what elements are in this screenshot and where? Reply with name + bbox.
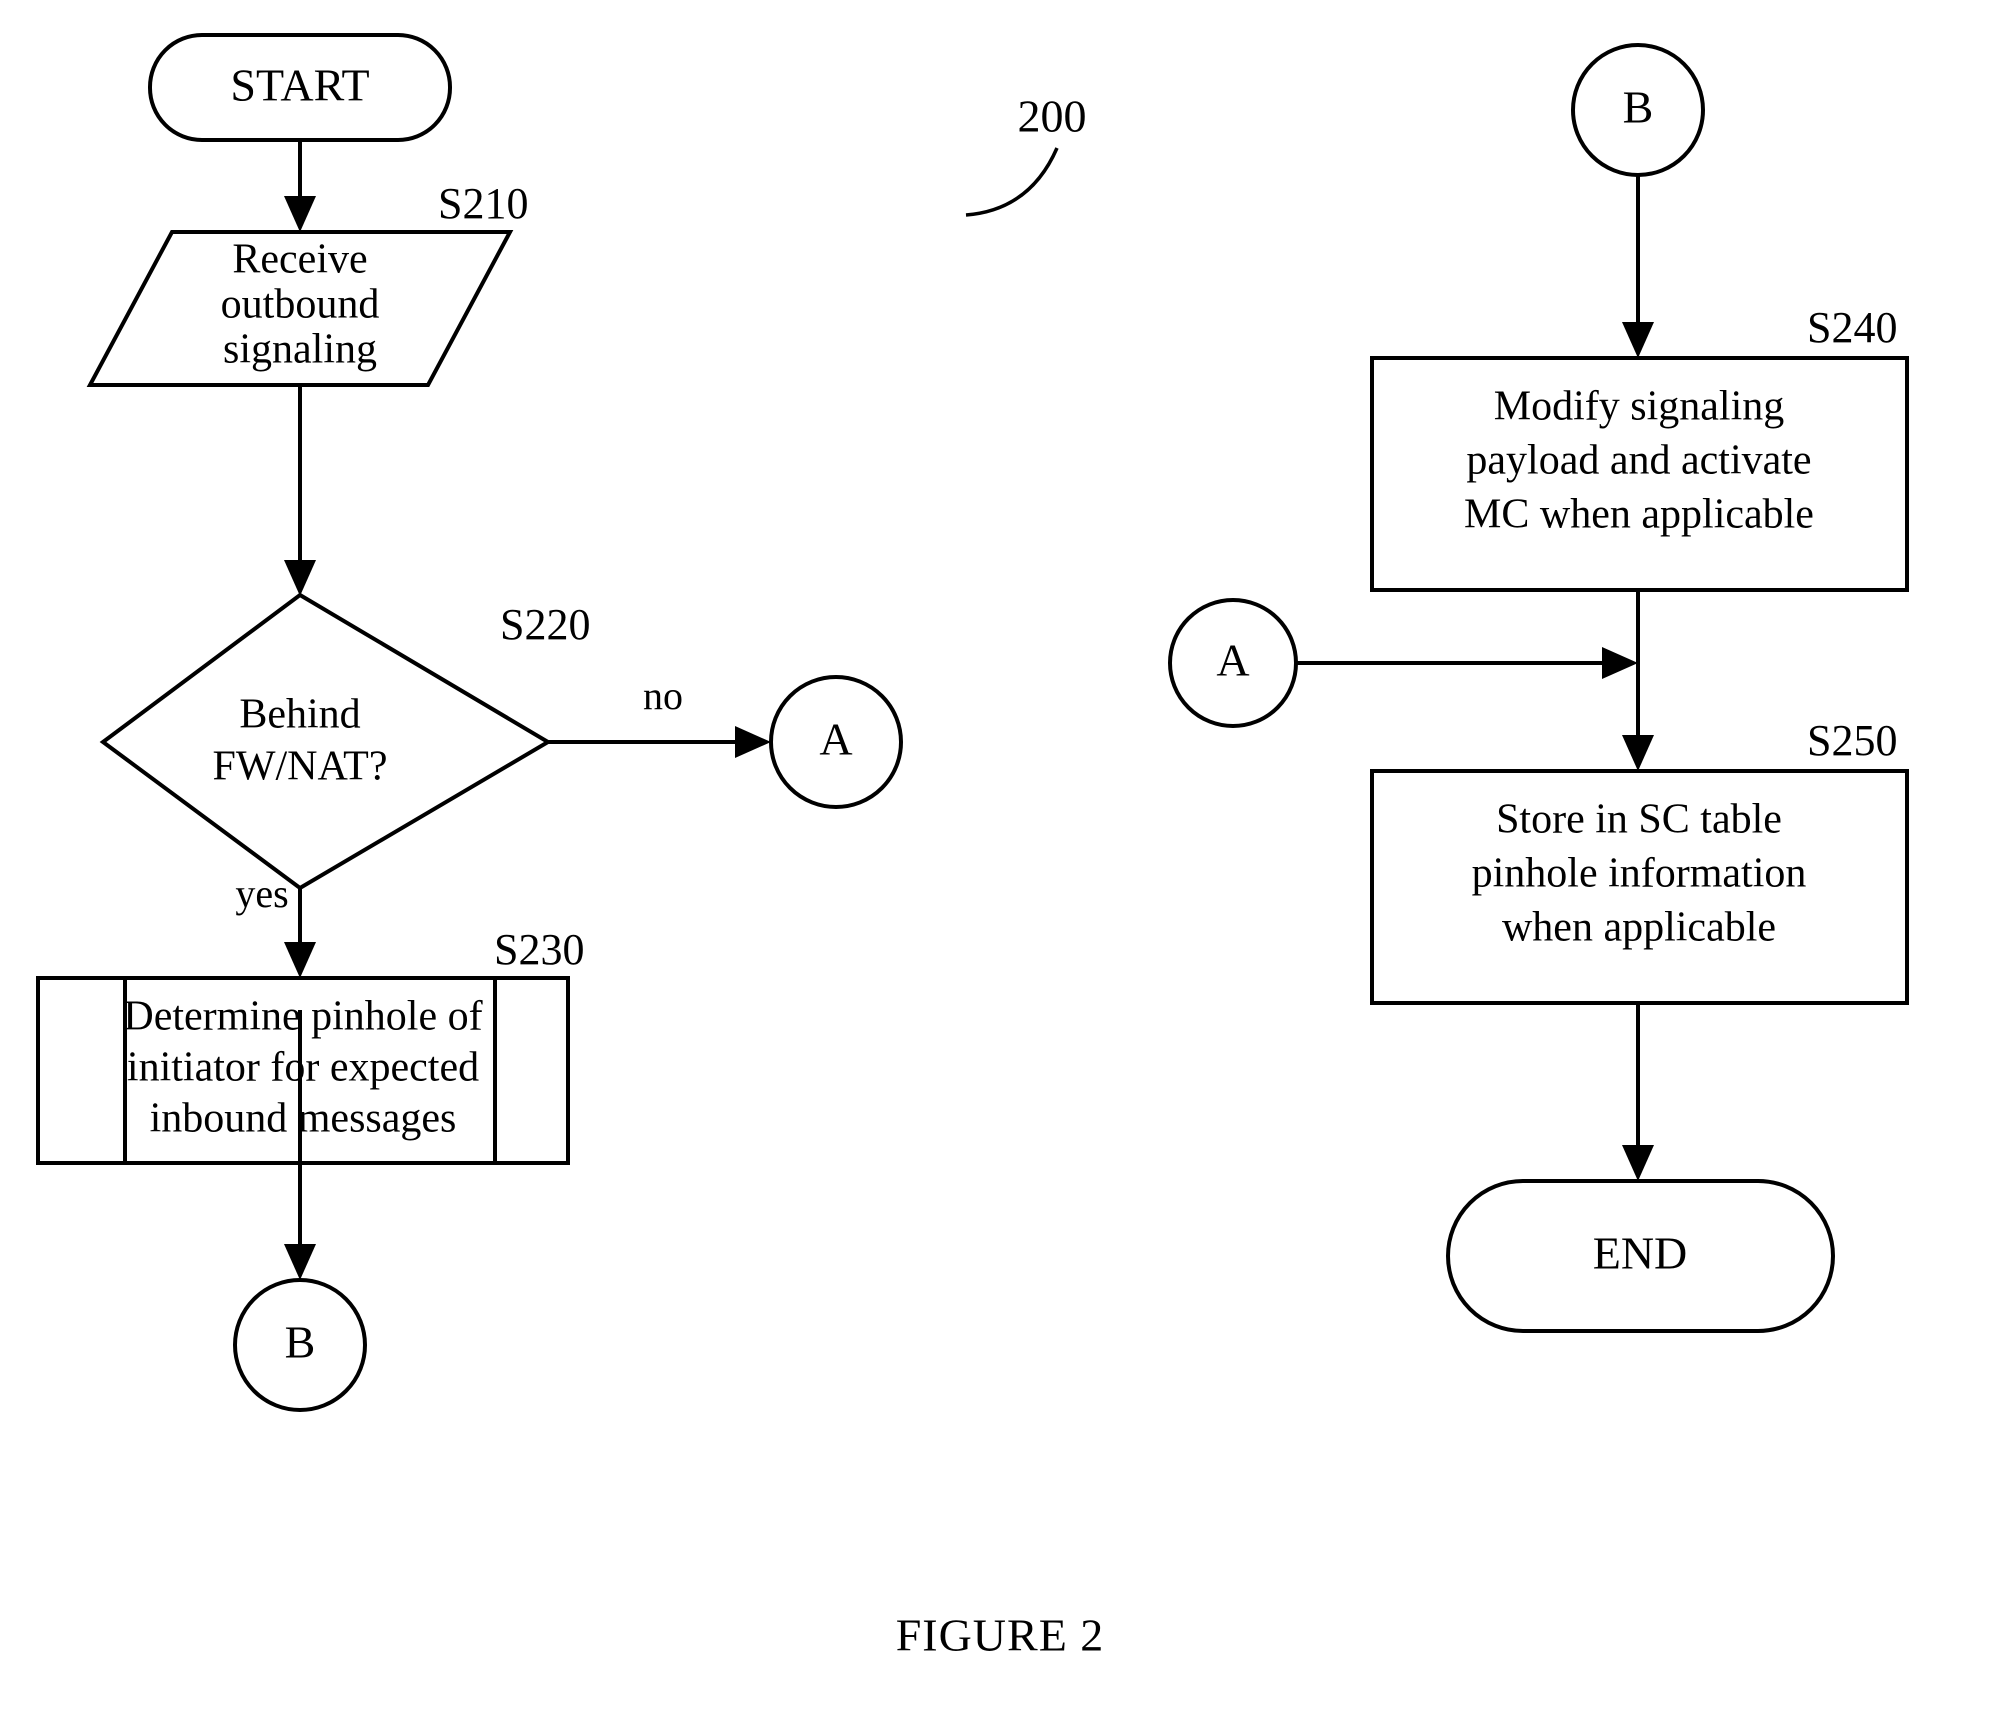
edge-s240-to-s250: [1622, 590, 1654, 771]
edge-label-yes: yes: [235, 871, 288, 916]
s240-line-2: payload and activate: [1466, 438, 1811, 484]
patent-figure-2: START Receive outbound signaling S210 Be…: [0, 0, 1997, 1723]
arrow-head-icon: [1622, 1145, 1654, 1181]
s250-line-1: Store in SC table: [1496, 797, 1782, 843]
arrow-head-icon: [284, 1244, 316, 1280]
end-label: END: [1593, 1228, 1688, 1279]
node-connector-a-out: A: [769, 675, 903, 809]
s210-line-2: outbound: [221, 282, 380, 328]
connector-b-in-label: B: [1623, 82, 1654, 133]
start-label: START: [230, 60, 369, 111]
reference-numeral-200: 200: [965, 91, 1087, 217]
s250-line-3: when applicable: [1502, 905, 1776, 951]
s220-diamond-shape: [99, 592, 552, 891]
arrow-head-icon: [284, 196, 316, 232]
node-connector-b-out: B: [233, 1278, 367, 1412]
edge-start-to-s210: [284, 140, 316, 232]
node-end: END: [1446, 1179, 1835, 1333]
arrow-head-icon: [1602, 647, 1638, 679]
connector-a-out-label: A: [819, 714, 852, 765]
s250-line-2: pinhole information: [1472, 851, 1807, 897]
figure-caption: FIGURE 2: [896, 1610, 1105, 1661]
edge-connector-a-to-trunk: [1296, 647, 1638, 679]
s250-step-label: S250: [1807, 716, 1897, 765]
s210-step-label: S210: [438, 179, 528, 228]
s220-step-label: S220: [500, 600, 590, 649]
s240-line-1: Modify signaling: [1494, 384, 1785, 430]
s220-line-1: Behind: [239, 692, 360, 738]
node-start: START: [148, 33, 452, 142]
reference-numeral-text: 200: [1018, 91, 1087, 142]
flowchart-canvas: START Receive outbound signaling S210 Be…: [36, 33, 1909, 1661]
node-s230: Determine pinhole of initiator for expec…: [36, 925, 584, 1165]
s230-step-label: S230: [494, 925, 584, 974]
arrow-head-icon: [735, 726, 771, 758]
s220-line-2: FW/NAT?: [213, 744, 388, 790]
node-connector-a-in: A: [1168, 598, 1298, 728]
node-s220: Behind FW/NAT? S220: [99, 592, 590, 891]
reference-leader-line: [965, 147, 1059, 217]
arrow-head-icon: [1622, 322, 1654, 358]
s240-step-label: S240: [1807, 303, 1897, 352]
s230-line-3: inbound messages: [150, 1096, 457, 1142]
connector-b-out-label: B: [285, 1317, 316, 1368]
node-connector-b-in: B: [1571, 43, 1705, 177]
s210-line-1: Receive: [232, 237, 367, 283]
edge-s210-to-s220: [284, 385, 316, 596]
s240-line-3: MC when applicable: [1464, 492, 1814, 538]
connector-a-in-label: A: [1216, 635, 1249, 686]
edge-s250-to-end: [1622, 1003, 1654, 1181]
s230-line-1: Determine pinhole of: [123, 994, 482, 1040]
s230-line-2: initiator for expected: [127, 1045, 479, 1091]
edge-connector-b-to-s240: [1622, 175, 1654, 358]
s210-line-3: signaling: [223, 327, 377, 373]
arrow-head-icon: [284, 942, 316, 978]
edge-label-no: no: [643, 673, 683, 718]
arrow-head-icon: [284, 560, 316, 596]
arrow-head-icon: [1622, 735, 1654, 771]
edge-s220-no: no: [548, 673, 771, 758]
